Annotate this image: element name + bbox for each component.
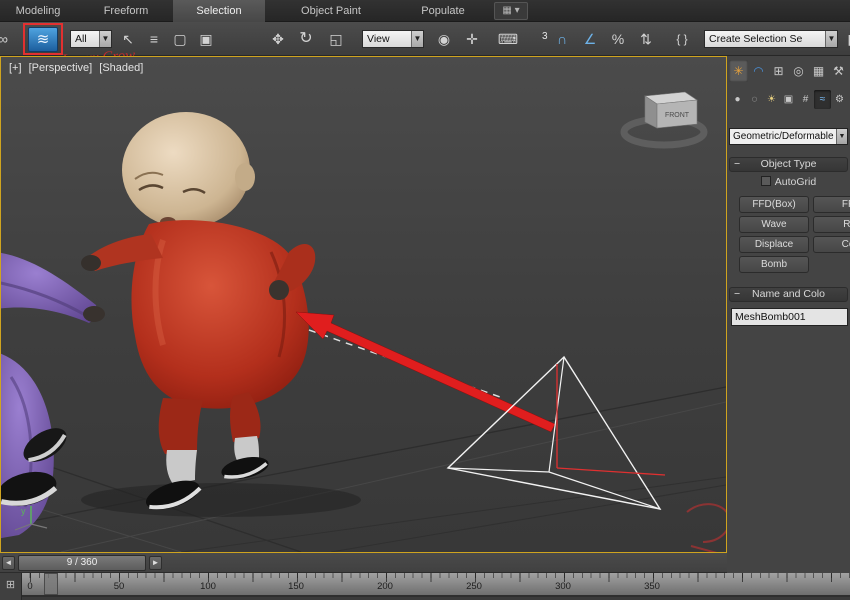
- red-character[interactable]: [81, 112, 316, 515]
- space-warp-subcategory-combo[interactable]: Geometric/Deformable ▼: [729, 128, 848, 145]
- percent-snap-icon[interactable]: %: [606, 28, 630, 50]
- select-and-rotate-icon[interactable]: ↻: [294, 28, 318, 50]
- select-and-scale-icon[interactable]: ◱: [324, 28, 348, 50]
- ripple-button[interactable]: Ri: [813, 216, 850, 233]
- ruler-tick-label: 300: [555, 581, 571, 592]
- ruler-major-ticks: [22, 573, 850, 582]
- next-frame-button[interactable]: ►: [149, 556, 162, 570]
- tab-selection[interactable]: Selection: [173, 0, 265, 22]
- ribbon-tab-bar: Modeling Freeform Selection Object Paint…: [0, 0, 850, 22]
- snap-count-label: 3: [542, 31, 548, 42]
- ruler-tick-label: 200: [377, 581, 393, 592]
- ffd-box-button[interactable]: FFD(Box): [739, 196, 809, 213]
- red-scribble-annotation: [686, 503, 726, 552]
- tab-create[interactable]: ✳: [729, 60, 748, 82]
- track-bar-ruler[interactable]: 0 50 100 150 200 250 300 350: [22, 573, 850, 597]
- viewport-label: [+] [Perspective] [Shaded]: [9, 62, 147, 74]
- viewport-pov-menu[interactable]: [Perspective]: [29, 62, 93, 74]
- conform-button[interactable]: Co: [813, 236, 850, 253]
- tab-object-paint[interactable]: Object Paint: [280, 0, 382, 22]
- tab-freeform[interactable]: Freeform: [86, 0, 166, 22]
- previous-frame-button[interactable]: ◄: [2, 556, 15, 570]
- keyboard-override-icon[interactable]: ⌨: [496, 28, 520, 50]
- command-panel: ✳ ◠ ⊞ ◎ ▦ ⚒ ● ◌ ☀ ▣ # ≈ ⚙ Geometric/Defo…: [727, 56, 850, 573]
- bomb-space-warp-gizmo[interactable]: [446, 355, 666, 510]
- ruler-tick-label: 350: [644, 581, 660, 592]
- time-slider-handle[interactable]: 9 / 360: [18, 555, 146, 571]
- category-lights-icon[interactable]: ☀: [763, 90, 780, 109]
- category-space-warps-icon[interactable]: ≈: [814, 90, 831, 109]
- open-mini-curve-editor-button[interactable]: ⊞: [0, 573, 22, 600]
- mirror-icon[interactable]: ◧: [842, 28, 850, 50]
- selection-filter-combo[interactable]: All ▼: [70, 30, 112, 48]
- ribbon-overflow-menu[interactable]: ▦ ▾: [494, 2, 528, 20]
- tab-populate[interactable]: Populate: [404, 0, 482, 22]
- name-color-rollout-header[interactable]: − Name and Colo: [729, 287, 848, 302]
- select-and-link-icon[interactable]: ∞: [0, 28, 15, 50]
- viewport-scene[interactable]: FRONT y: [1, 57, 726, 552]
- rectangular-selection-region-icon[interactable]: ▢: [168, 28, 192, 50]
- category-geometry-icon[interactable]: ●: [729, 90, 746, 109]
- displace-button[interactable]: Displace: [739, 236, 809, 253]
- named-selection-sets-icon[interactable]: { }: [668, 28, 696, 50]
- ruler-tick-label: 0: [27, 581, 33, 592]
- viewcube-front-label: FRONT: [665, 112, 690, 119]
- chevron-down-icon[interactable]: ▼: [99, 31, 111, 47]
- named-selection-set-combo[interactable]: Create Selection Se ▼: [704, 30, 838, 48]
- chevron-down-icon[interactable]: ▼: [825, 31, 837, 47]
- ruler-tick-label: 50: [113, 581, 125, 592]
- red-arrow-annotation: [295, 311, 556, 433]
- chevron-down-icon[interactable]: ▼: [836, 129, 847, 144]
- autogrid-label: AutoGrid: [774, 176, 817, 188]
- autogrid-row: AutoGrid: [727, 176, 850, 190]
- angle-snap-icon[interactable]: ∠: [578, 28, 602, 50]
- axis-y-label: y: [21, 506, 26, 516]
- viewport-grid: [1, 386, 726, 552]
- wave-button[interactable]: Wave: [739, 216, 809, 233]
- ruler-tick-label: 150: [288, 581, 304, 592]
- tab-utilities[interactable]: ⚒: [829, 60, 848, 82]
- reference-coordinate-combo[interactable]: View ▼: [362, 30, 424, 48]
- perspective-viewport[interactable]: [+] [Perspective] [Shaded] FRONT y: [0, 56, 727, 553]
- tab-motion[interactable]: ◎: [789, 60, 808, 82]
- tab-hierarchy[interactable]: ⊞: [769, 60, 788, 82]
- autogrid-checkbox[interactable]: [760, 176, 771, 186]
- bind-to-space-warp-icon[interactable]: ≋: [28, 27, 58, 52]
- category-shapes-icon[interactable]: ◌: [746, 90, 763, 109]
- track-bar: ⊞ 0 50 100 150 200 250 300 350: [0, 573, 850, 600]
- character-shadow: [81, 483, 361, 517]
- ruler-tick-label: 100: [200, 581, 216, 592]
- window-crossing-icon[interactable]: ▣: [194, 28, 218, 50]
- object-name-input[interactable]: MeshBomb001: [731, 308, 848, 326]
- category-helpers-icon[interactable]: #: [797, 90, 814, 109]
- category-systems-icon[interactable]: ⚙: [831, 90, 848, 109]
- use-pivot-point-center-icon[interactable]: ◉: [432, 28, 456, 50]
- category-cameras-icon[interactable]: ▣: [780, 90, 797, 109]
- main-toolbar: ∞ ≋ All ▼ ↖ ≡ ▢ ▣ ✥ ↻ ◱ View ▼ ◉ ✛ ⌨ 3 ∩ ∠…: [0, 22, 850, 69]
- ruler-tick-label: 250: [466, 581, 482, 592]
- current-frame-marker[interactable]: [44, 573, 58, 595]
- object-type-rollout-header[interactable]: − Object Type: [729, 157, 848, 172]
- spinner-snap-icon[interactable]: ⇅: [634, 28, 658, 50]
- viewport-shading-menu[interactable]: [Shaded]: [99, 62, 143, 74]
- chevron-down-icon[interactable]: ▼: [411, 31, 423, 47]
- select-object-icon[interactable]: ↖: [116, 28, 140, 50]
- tab-modify[interactable]: ◠: [749, 60, 768, 82]
- tab-modeling[interactable]: Modeling: [0, 0, 82, 22]
- tab-display[interactable]: ▦: [809, 60, 828, 82]
- viewcube[interactable]: FRONT: [620, 91, 708, 149]
- select-and-manipulate-icon[interactable]: ✛: [460, 28, 484, 50]
- snap-toggle-icon[interactable]: ∩: [550, 28, 574, 50]
- ffd-cyl-button[interactable]: FF: [813, 196, 850, 213]
- select-by-name-icon[interactable]: ≡: [142, 28, 166, 50]
- select-and-move-icon[interactable]: ✥: [266, 28, 290, 50]
- viewport-general-menu[interactable]: [+]: [9, 62, 22, 74]
- time-slider-track[interactable]: ◄ 9 / 360 ►: [0, 553, 727, 573]
- bomb-button[interactable]: Bomb: [739, 256, 809, 273]
